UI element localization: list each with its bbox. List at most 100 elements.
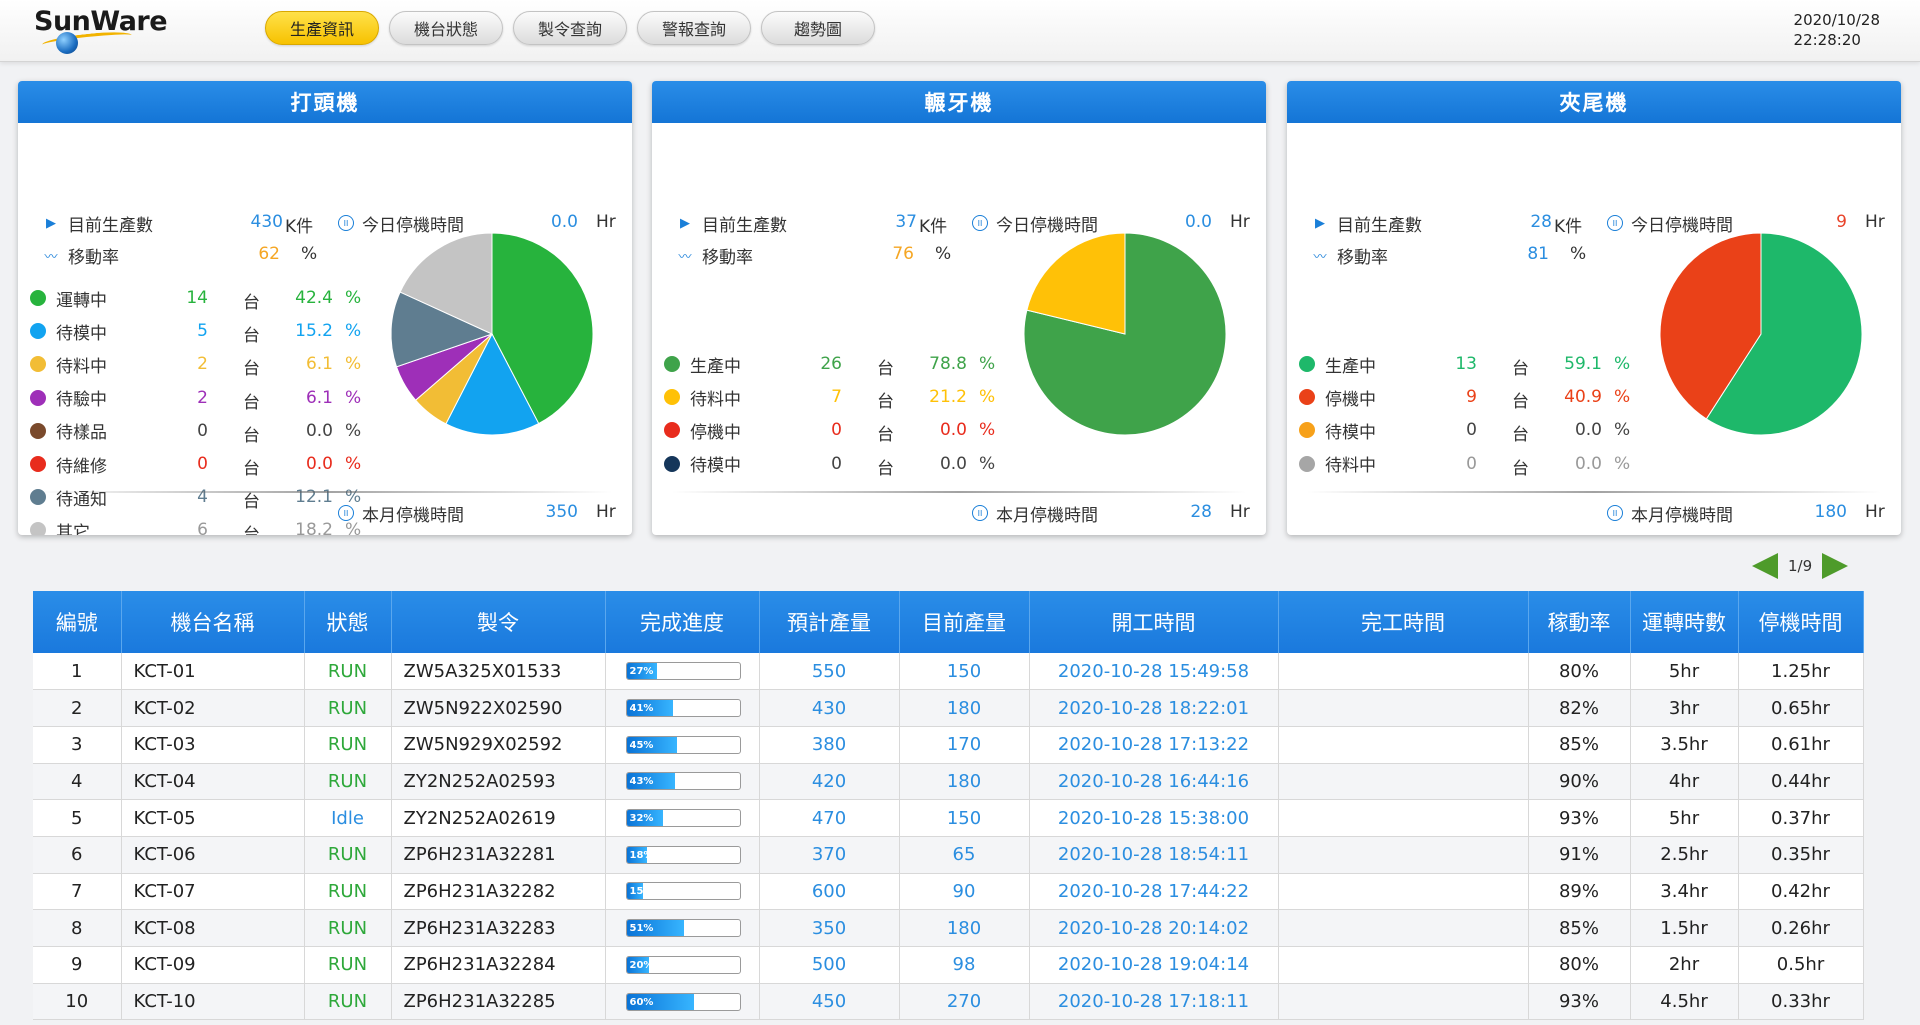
machine-name: KCT-02 <box>121 689 305 727</box>
progress-percent-label: 45% <box>629 739 654 751</box>
run-hours: 2hr <box>1630 946 1739 984</box>
sunware-logo[interactable]: SunWare <box>34 6 184 54</box>
progress-cell: 32% <box>605 799 760 837</box>
table-row[interactable]: 4 KCT-04 RUN ZY2N252A02593 43% 420 180 2020-10-… <box>33 763 1864 801</box>
status-percent-unit: % <box>979 354 996 374</box>
play-triangle-icon: ▶ <box>46 215 56 231</box>
col-machine-name-header[interactable]: 機台名稱 <box>121 591 305 653</box>
current-output: 180 <box>899 689 1030 727</box>
progress-cell: 20% <box>605 946 760 984</box>
tab-production-info[interactable]: 生產資訊 <box>265 11 379 45</box>
status-cell: RUN <box>304 946 392 984</box>
current-output-label: ▶ 目前生產數 <box>1309 211 1422 236</box>
row-number: 4 <box>33 763 122 801</box>
status-count: 7 <box>831 387 842 408</box>
progress-percent-label: 51% <box>629 923 654 935</box>
status-color-dot-icon <box>1299 455 1315 472</box>
tab-order-query[interactable]: 製令查詢 <box>513 11 627 45</box>
panel-title: 輾牙機 <box>652 81 1266 123</box>
start-time: 2020-10-28 15:38:00 <box>1029 799 1279 837</box>
table-row[interactable]: 8 KCT-08 RUN ZP6H231A32283 51% 350 180 2020-10-… <box>33 909 1864 947</box>
stop-time: 0.26hr <box>1738 909 1864 947</box>
table-row[interactable]: 6 KCT-06 RUN ZP6H231A32281 18% 370 65 2020-10-2… <box>33 836 1864 874</box>
col-current-header[interactable]: 目前產量 <box>899 591 1030 653</box>
status-legend-item: 運轉中 <box>30 286 107 311</box>
end-time <box>1278 689 1529 727</box>
col-id-header[interactable]: 編號 <box>33 591 122 653</box>
arrow-left-icon[interactable] <box>1752 553 1778 579</box>
status-percent: 0.0 <box>305 454 333 474</box>
table-row[interactable]: 5 KCT-05 Idle ZY2N252A02619 32% 470 150 2020-10… <box>33 799 1864 837</box>
start-time: 2020-10-28 16:44:16 <box>1029 763 1279 801</box>
play-triangle-icon: ▶ <box>680 215 690 231</box>
status-percent-unit: % <box>979 387 996 408</box>
status-percent: 0.0 <box>939 453 967 474</box>
col-planned-header[interactable]: 預計產量 <box>759 591 900 653</box>
current-output-unit: K件 <box>1554 217 1583 237</box>
status-label: 待通知 <box>56 489 107 510</box>
progress-cell: 51% <box>605 909 760 947</box>
status-count: 5 <box>197 321 208 342</box>
col-status-header[interactable]: 狀態 <box>304 591 392 653</box>
status-count-unit: 台 <box>243 425 260 446</box>
stop-time: 0.37hr <box>1738 799 1864 837</box>
current-output: 65 <box>899 836 1030 874</box>
tab-machine-status[interactable]: 機台狀態 <box>389 11 503 45</box>
machine-name: KCT-06 <box>121 836 305 874</box>
run-hours: 4hr <box>1630 763 1739 801</box>
status-cell: RUN <box>304 763 392 801</box>
col-stop-time-header[interactable]: 停機時間 <box>1738 591 1864 653</box>
table-row[interactable]: 3 KCT-03 RUN ZW5N929X02592 45% 380 170 2020-10-… <box>33 726 1864 764</box>
tab-alarm-query[interactable]: 警報查詢 <box>637 11 751 45</box>
status-legend-item: 停機中 <box>1299 385 1376 410</box>
table-row[interactable]: 1 KCT-01 RUN ZW5A325X01533 27% 550 150 2020-10-… <box>33 653 1864 691</box>
status-label: 生產中 <box>1325 356 1376 377</box>
month-stop-text: 本月停機時間 <box>1631 505 1733 526</box>
status-count-unit: 台 <box>877 425 894 446</box>
stop-time: 0.44hr <box>1738 763 1864 801</box>
status-percent: 18.2 <box>295 520 333 535</box>
arrow-right-icon[interactable] <box>1822 553 1849 579</box>
order-number: ZP6H231A32283 <box>391 909 606 947</box>
table-row[interactable]: 10 KCT-10 RUN ZP6H231A32285 60% 450 270 2020-10… <box>33 983 1864 1021</box>
table-row[interactable]: 2 KCT-02 RUN ZW5N922X02590 41% 430 180 2020-10-… <box>33 689 1864 727</box>
status-count-unit: 台 <box>877 392 894 413</box>
planned-output: 450 <box>759 983 900 1021</box>
status-count-unit: 台 <box>243 392 260 413</box>
machine-name: KCT-03 <box>121 726 305 764</box>
status-label: 待樣品 <box>56 423 107 444</box>
progress-percent-label: 43% <box>629 776 654 788</box>
end-time <box>1278 726 1529 764</box>
table-row[interactable]: 9 KCT-09 RUN ZP6H231A32284 20% 500 98 2020-10-2… <box>33 946 1864 984</box>
progress-cell: 43% <box>605 763 760 801</box>
pause-circle-icon: II <box>972 505 988 521</box>
header-machine-panel: 打頭機 ▶ 目前生產數 430 K件 II 今日停機時間 0.0 Hr 〰移動率 62% 運轉中 14 台… <box>18 81 632 535</box>
table-row[interactable]: 7 KCT-07 RUN ZP6H231A32282 15% 600 90 2020-10-2… <box>33 873 1864 911</box>
main-nav: 生產資訊 機台狀態 製令查詢 警報查詢 趨勢圖 <box>265 11 875 45</box>
order-number: ZP6H231A32282 <box>391 873 606 911</box>
col-end-time-header[interactable]: 完工時間 <box>1278 591 1529 653</box>
progress-percent-label: 32% <box>629 813 654 825</box>
pause-circle-icon: II <box>338 505 354 521</box>
status-count: 9 <box>1466 387 1477 408</box>
status-cell: RUN <box>304 689 392 727</box>
panel-divider <box>1307 491 1881 493</box>
status-count-unit: 台 <box>243 293 260 313</box>
play-triangle-icon: ▶ <box>1315 215 1325 231</box>
order-number: ZP6H231A32285 <box>391 983 606 1021</box>
col-order-header[interactable]: 製令 <box>391 591 606 653</box>
planned-output: 550 <box>759 653 900 691</box>
status-cell: RUN <box>304 909 392 947</box>
status-percent-unit: % <box>345 420 362 441</box>
col-progress-header[interactable]: 完成進度 <box>605 591 760 653</box>
col-utilization-header[interactable]: 稼動率 <box>1528 591 1631 653</box>
status-label: 待模中 <box>1325 422 1376 443</box>
status-pie-chart <box>1023 232 1227 436</box>
status-label: 生產中 <box>690 356 741 377</box>
tab-trend-chart[interactable]: 趨勢圖 <box>761 11 875 45</box>
col-run-hours-header[interactable]: 運轉時數 <box>1630 591 1739 653</box>
col-start-time-header[interactable]: 開工時間 <box>1029 591 1279 653</box>
progress-percent-label: 41% <box>629 703 654 715</box>
status-legend-item: 待料中 <box>1299 452 1376 476</box>
panel-title: 夾尾機 <box>1287 81 1901 123</box>
